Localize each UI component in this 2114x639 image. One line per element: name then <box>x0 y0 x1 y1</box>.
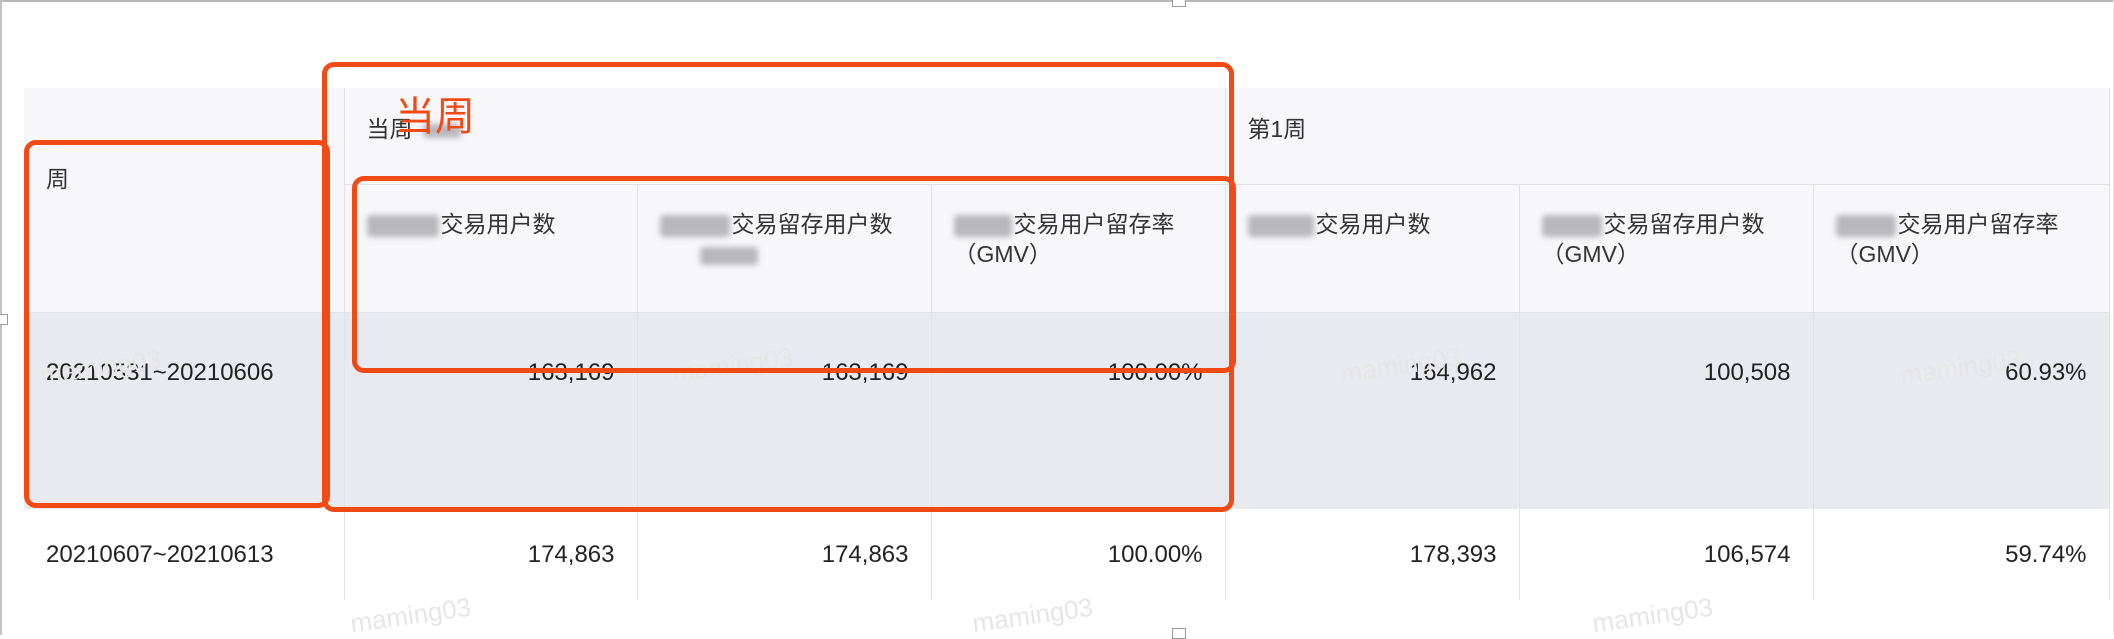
value-cell: 60.93% <box>1813 312 2110 509</box>
annotation-box-week-column <box>24 140 330 508</box>
annotation-label: 当周 <box>395 95 475 139</box>
subheader-retained-users-w1[interactable]: 交易留存用户数 （GMV） <box>1519 184 1814 313</box>
value-cell: 106,574 <box>1519 509 1814 600</box>
subheader-label: 交易留存用户数 <box>1603 211 1765 237</box>
resize-handle-bottom[interactable] <box>1172 628 1186 639</box>
redacted-text <box>1247 214 1314 237</box>
subheader-sublabel: （GMV） <box>1541 241 1640 267</box>
value-cell: 100.00% <box>931 509 1226 600</box>
subheader-label: 交易用户留存率 <box>1897 211 2059 237</box>
value-cell: 59.74% <box>1813 509 2110 600</box>
redacted-text <box>1835 214 1896 237</box>
resize-handle-top[interactable] <box>1172 0 1186 7</box>
value-cell: 164,962 <box>1225 312 1520 509</box>
document-frame-top <box>0 0 2114 2</box>
group-header-label: 第1周 <box>1247 116 1307 142</box>
value-cell: 178,393 <box>1225 509 1520 600</box>
value-cell: 174,863 <box>344 509 638 600</box>
group-header-week-1[interactable]: 第1周 <box>1225 88 2110 185</box>
table-row[interactable]: 20210607~20210613 174,863 174,863 100.00… <box>24 509 2110 600</box>
subheader-label: 交易用户数 <box>1315 211 1431 237</box>
subheader-trade-users-w1[interactable]: 交易用户数 <box>1225 184 1520 313</box>
annotation-box-first-row <box>352 176 1236 373</box>
value-cell: 100,508 <box>1519 312 1814 509</box>
value-cell: 174,863 <box>637 509 932 600</box>
subheader-retention-rate-w1[interactable]: 交易用户留存率 （GMV） <box>1813 184 2110 313</box>
subheader-sublabel: （GMV） <box>1835 241 1934 267</box>
resize-handle-left[interactable] <box>0 314 8 325</box>
redacted-text <box>1541 214 1602 237</box>
week-cell: 20210607~20210613 <box>24 509 345 600</box>
